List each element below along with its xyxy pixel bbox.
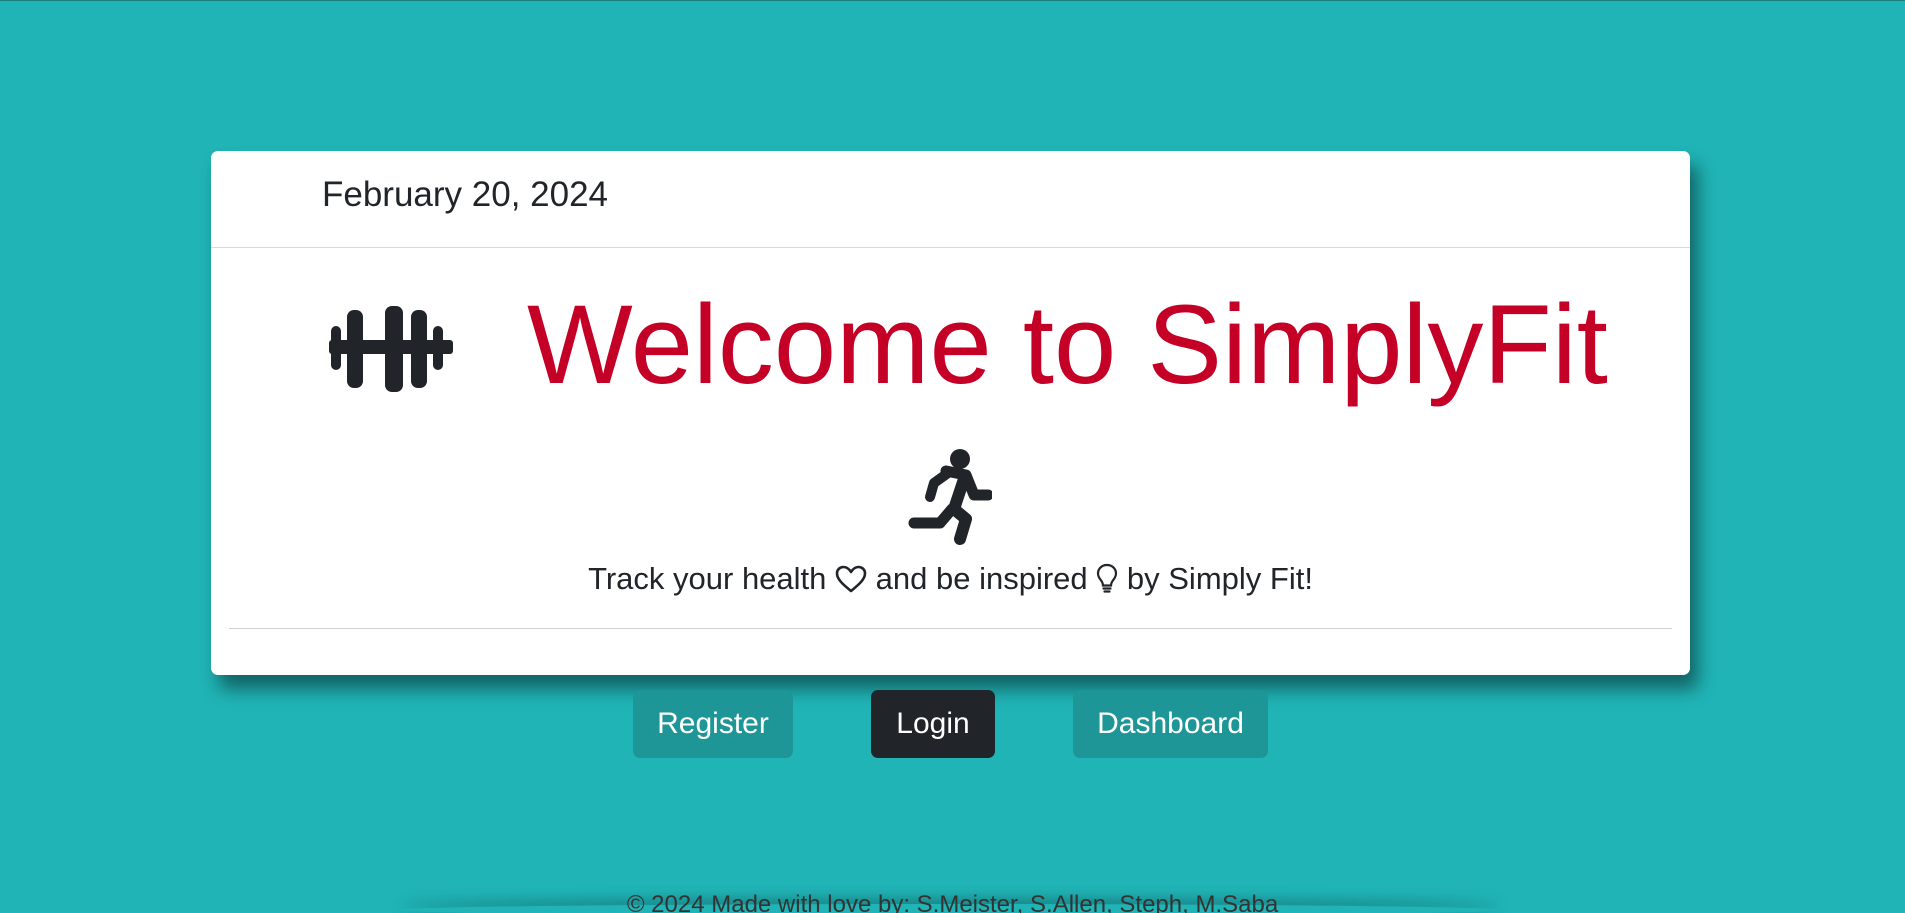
card-divider: [229, 628, 1672, 629]
tagline-text-2: and be inspired: [875, 561, 1088, 596]
tagline-text-1: Track your health: [588, 561, 827, 596]
current-date: February 20, 2024: [322, 175, 609, 214]
card-header: February 20, 2024: [211, 151, 1690, 248]
heart-outline-icon: [835, 565, 867, 593]
page-title: Welcome to SimplyFit: [527, 282, 1608, 407]
lightbulb-icon: [1097, 563, 1118, 593]
running-person-icon: [908, 449, 992, 545]
dashboard-button[interactable]: Dashboard: [1073, 690, 1268, 758]
tagline-text-3: by Simply Fit!: [1126, 561, 1313, 596]
register-button[interactable]: Register: [633, 690, 793, 758]
welcome-card: February 20, 2024 Welcome to SimplyFit T…: [211, 151, 1690, 675]
tagline: Track your health and be inspired by Sim…: [211, 561, 1690, 597]
login-button[interactable]: Login: [871, 690, 995, 758]
footer-credits: © 2024 Made with love by: S.Meister, S.A…: [626, 891, 1279, 913]
dumbbell-icon: [329, 306, 453, 392]
